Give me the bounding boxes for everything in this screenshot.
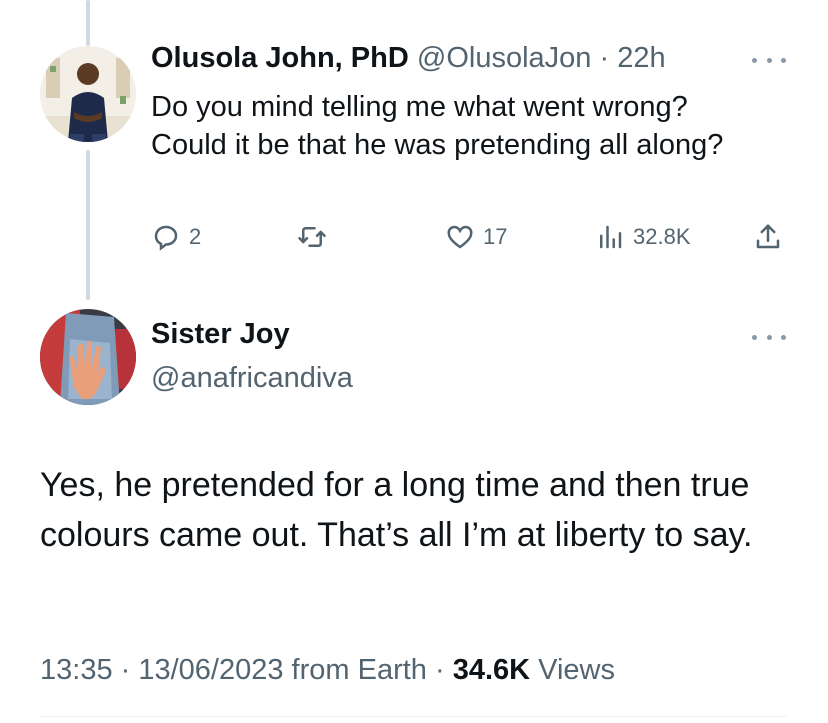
like-button[interactable]: 17 — [445, 222, 507, 252]
main-tweet-text: Yes, he pretended for a long time and th… — [40, 466, 753, 554]
avatar-olusola[interactable] — [40, 46, 136, 142]
views-label: Views — [538, 654, 616, 686]
author-handle[interactable]: @anafricandiva — [151, 362, 353, 395]
retweet-button[interactable] — [297, 222, 335, 252]
parent-tweet-header: Olusola John, PhD @OlusolaJon · 22h — [151, 42, 666, 75]
separator: · — [599, 42, 610, 74]
more-icon[interactable] — [752, 332, 786, 342]
tweet-actions: 2 17 32.8K — [151, 222, 791, 262]
parent-tweet-text: Do you mind telling me what went wrong? … — [151, 91, 724, 161]
analytics-icon — [600, 225, 622, 249]
reply-button[interactable]: 2 — [151, 222, 201, 252]
views-button[interactable]: 32.8K — [595, 222, 691, 252]
separator: · — [434, 654, 445, 686]
avatar-sister-joy[interactable] — [40, 309, 136, 405]
reply-count: 2 — [189, 224, 202, 249]
heart-icon — [447, 225, 473, 249]
author-name[interactable]: Olusola John, PhD — [151, 42, 409, 74]
tweet-timestamp[interactable]: 13:35 · 13/06/2023 from Earth — [40, 654, 427, 686]
retweet-icon — [298, 227, 326, 247]
share-button[interactable] — [753, 222, 783, 252]
author-name[interactable]: Sister Joy — [151, 318, 290, 351]
divider — [40, 716, 788, 717]
author-handle[interactable]: @OlusolaJon — [417, 42, 592, 74]
views-count: 34.6K — [452, 654, 531, 686]
thread-connector — [86, 150, 90, 300]
share-icon — [756, 224, 780, 249]
reply-icon — [154, 225, 178, 251]
like-count: 17 — [483, 224, 508, 249]
tweet-meta: 13:35 · 13/06/2023 from Earth · 34.6K Vi… — [40, 654, 615, 687]
view-count: 32.8K — [633, 224, 691, 249]
more-icon[interactable] — [752, 55, 786, 65]
tweet-time[interactable]: 22h — [617, 42, 665, 74]
thread-connector-top — [86, 0, 90, 46]
